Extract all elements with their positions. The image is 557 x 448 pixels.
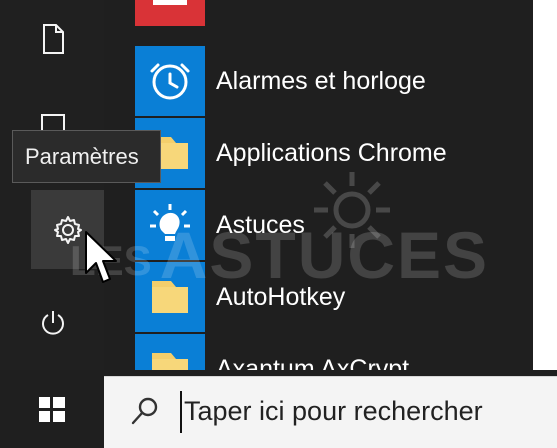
windows-logo-icon: [39, 397, 65, 422]
app-tile: [135, 262, 205, 332]
app-tile: [135, 46, 205, 116]
lightbulb-icon: [150, 204, 190, 241]
search-input[interactable]: [184, 389, 544, 433]
app-label: Astuces: [216, 211, 305, 239]
app-label: Applications Chrome: [216, 139, 447, 167]
list-item[interactable]: Axantum AxCrypt: [135, 334, 545, 370]
power-icon: [42, 311, 64, 335]
taskbar: [0, 370, 557, 448]
folder-icon: [152, 353, 188, 370]
gear-icon: [53, 215, 82, 244]
list-item[interactable]: AutoHotkey: [135, 262, 545, 332]
start-menu: Paramètres Alarmes et horloge Applicatio…: [0, 0, 545, 370]
app-tile: [135, 190, 205, 260]
app-label: AutoHotkey: [216, 283, 346, 311]
app-label: Axantum AxCrypt: [216, 355, 410, 370]
text-caret: [180, 391, 182, 433]
desktop-screenshot: Paramètres Alarmes et horloge Applicatio…: [0, 0, 557, 448]
search-box[interactable]: [104, 376, 557, 448]
alarm-clock-icon: [150, 63, 190, 100]
calendar-icon: [153, 0, 187, 5]
list-item[interactable]: Astuces: [135, 190, 545, 260]
list-item[interactable]: [135, 0, 545, 26]
app-label: Alarmes et horloge: [216, 67, 426, 95]
start-menu-rail: [0, 0, 104, 370]
list-item[interactable]: Applications Chrome: [135, 118, 545, 188]
documents-button[interactable]: [18, 8, 88, 70]
document-icon: [43, 24, 64, 54]
start-button[interactable]: [0, 370, 104, 448]
settings-tooltip: Paramètres: [12, 130, 161, 183]
power-button[interactable]: [18, 292, 88, 354]
app-list: Alarmes et horloge Applications Chrome A…: [104, 0, 545, 370]
list-item[interactable]: Alarmes et horloge: [135, 46, 545, 116]
app-tile: [135, 334, 205, 370]
settings-button[interactable]: [31, 190, 104, 269]
app-tile: [135, 0, 205, 26]
search-icon: [131, 397, 158, 425]
folder-icon: [152, 281, 188, 313]
